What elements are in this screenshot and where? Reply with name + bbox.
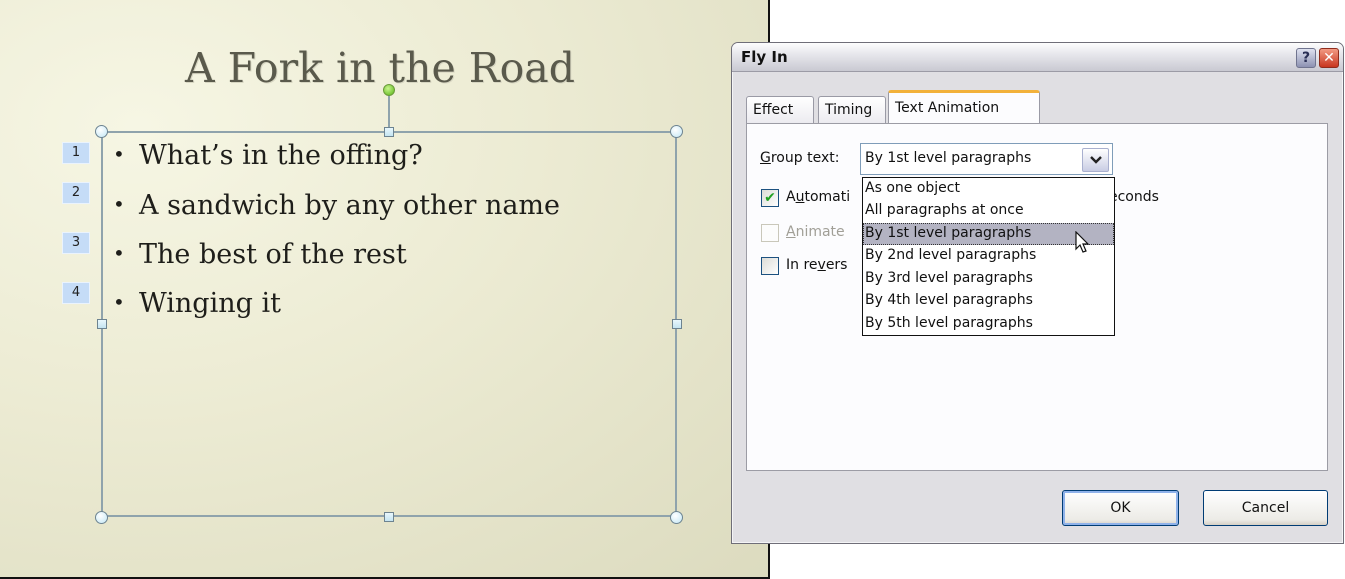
group-text-select[interactable]: By 1st level paragraphs — [860, 143, 1113, 175]
dropdown-button[interactable] — [1082, 148, 1109, 172]
bullet-glyph: • — [113, 241, 125, 265]
bullet-item[interactable]: • What’s in the offing? — [113, 140, 423, 171]
dropdown-option-all-paragraphs[interactable]: All paragraphs at once — [863, 200, 1114, 222]
checkmark-icon: ✔ — [764, 190, 776, 206]
dialog-title: Fly In — [741, 48, 788, 66]
dropdown-option-5th-level[interactable]: By 5th level paragraphs — [863, 313, 1114, 335]
automatically-after-checkbox[interactable]: ✔ — [761, 189, 779, 207]
animation-order-tag-4[interactable]: 4 — [62, 282, 90, 304]
dialog-titlebar[interactable]: Fly In ? ✕ — [732, 43, 1343, 72]
cancel-button[interactable]: Cancel — [1203, 490, 1328, 526]
resize-handle-bottom-left[interactable] — [95, 511, 108, 524]
resize-handle-bottom-right[interactable] — [670, 511, 683, 524]
ok-button[interactable]: OK — [1062, 490, 1179, 526]
automatically-after-label: Automati — [786, 189, 851, 205]
slide-title[interactable]: A Fork in the Road — [0, 44, 760, 92]
resize-handle-top-right[interactable] — [670, 125, 683, 138]
slide-canvas: A Fork in the Road 1 2 3 4 • What’s in th… — [0, 0, 770, 579]
tab-text-animation[interactable]: Text Animation — [888, 90, 1040, 123]
animation-order-tag-2[interactable]: 2 — [62, 182, 90, 204]
animate-attached-shape-label: Animate — [786, 224, 845, 240]
resize-handle-bottom[interactable] — [384, 512, 394, 522]
bullet-glyph: • — [113, 290, 125, 314]
tab-timing[interactable]: Timing — [818, 96, 886, 123]
resize-handle-top[interactable] — [384, 127, 394, 137]
bullet-text: The best of the rest — [139, 239, 407, 270]
bullet-item[interactable]: • Winging it — [113, 288, 281, 319]
group-text-value: By 1st level paragraphs — [865, 150, 1032, 166]
chevron-down-icon — [1089, 153, 1102, 167]
dropdown-option-3rd-level[interactable]: By 3rd level paragraphs — [863, 268, 1114, 290]
group-text-label: Group text: — [760, 150, 840, 166]
bullet-text: What’s in the offing? — [139, 140, 423, 171]
help-icon: ? — [1301, 50, 1311, 66]
close-icon: ✕ — [1323, 50, 1335, 66]
bullet-item[interactable]: • A sandwich by any other name — [113, 190, 560, 221]
in-reverse-order-checkbox[interactable] — [761, 257, 779, 275]
bullet-text: Winging it — [139, 288, 281, 319]
resize-handle-top-left[interactable] — [95, 125, 108, 138]
tab-effect[interactable]: Effect — [746, 96, 814, 123]
rotate-handle[interactable] — [383, 84, 395, 96]
in-reverse-order-label: In revers — [786, 257, 848, 273]
mouse-pointer-icon — [1075, 230, 1091, 259]
bullet-item[interactable]: • The best of the rest — [113, 239, 407, 270]
bullet-glyph: • — [113, 142, 125, 166]
fly-in-dialog: Fly In ? ✕ Effect Timing Text Animation … — [731, 42, 1344, 544]
content-placeholder[interactable] — [101, 131, 677, 517]
animation-order-tag-3[interactable]: 3 — [62, 232, 90, 254]
seconds-label: econds — [1109, 189, 1159, 205]
bullet-text: A sandwich by any other name — [139, 190, 561, 221]
close-button[interactable]: ✕ — [1319, 48, 1339, 68]
resize-handle-left[interactable] — [97, 319, 107, 329]
animation-order-tag-1[interactable]: 1 — [62, 142, 90, 164]
help-button[interactable]: ? — [1296, 48, 1316, 68]
animate-attached-shape-checkbox[interactable] — [761, 224, 779, 242]
dropdown-option-as-one-object[interactable]: As one object — [863, 178, 1114, 200]
resize-handle-right[interactable] — [672, 319, 682, 329]
bullet-glyph: • — [113, 192, 125, 216]
dropdown-option-4th-level[interactable]: By 4th level paragraphs — [863, 290, 1114, 312]
